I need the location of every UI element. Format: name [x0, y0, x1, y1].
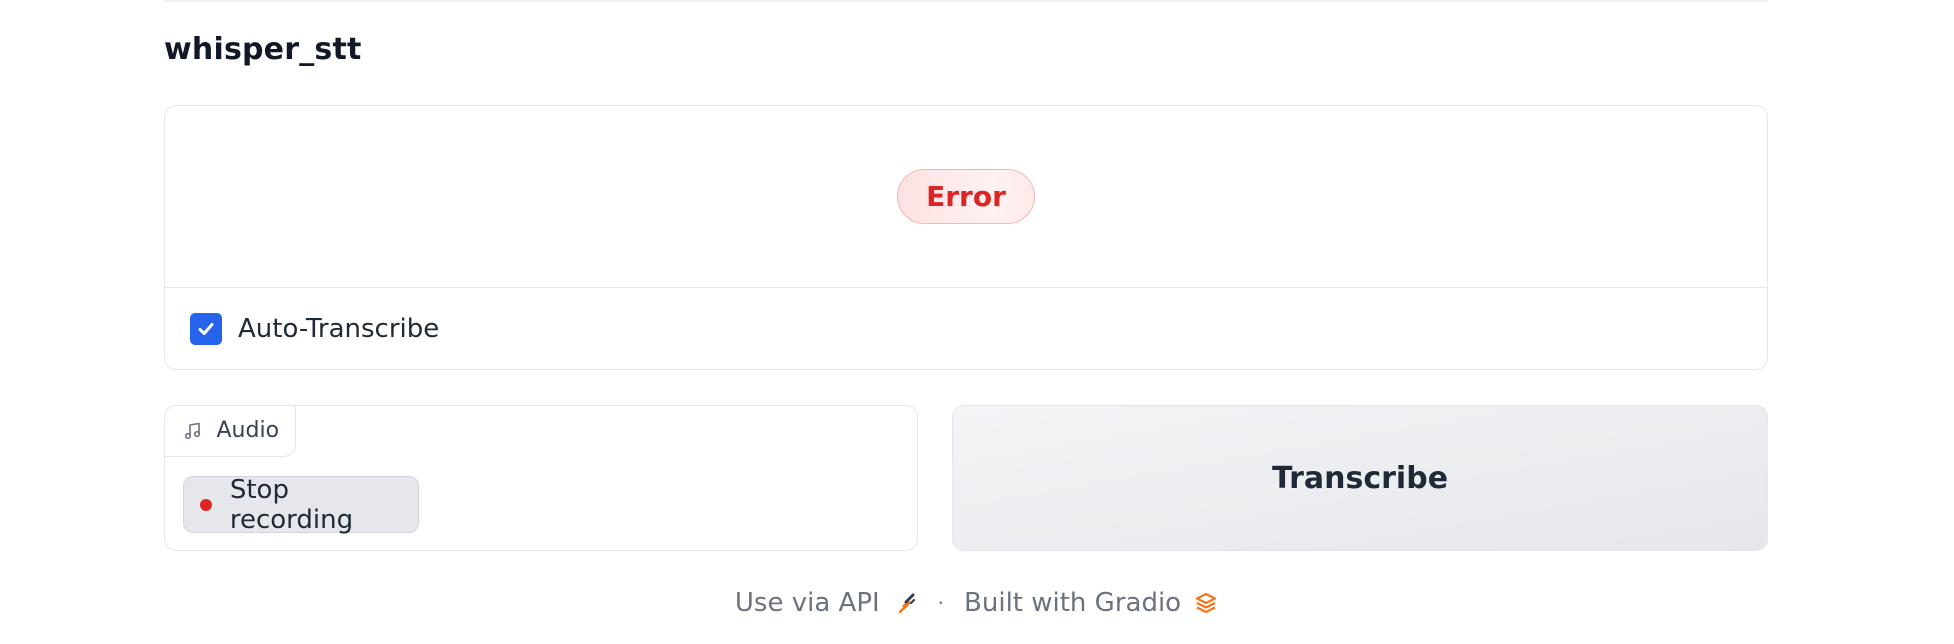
status-area: Error	[165, 106, 1767, 288]
page-title: whisper_stt	[164, 32, 362, 67]
error-badge: Error	[897, 169, 1035, 224]
audio-panel: Audio Stop recording	[163, 404, 918, 551]
output-panel: Error Auto-Transcribe	[164, 105, 1768, 370]
use-via-api-label: Use via API	[734, 588, 880, 618]
footer-separator: ·	[937, 591, 945, 615]
stop-recording-button[interactable]: Stop recording	[183, 474, 419, 535]
page: whisper_stt Error Auto-Transcribe Audio	[0, 0, 1954, 644]
built-with-gradio-label: Built with Gradio	[964, 588, 1182, 618]
top-divider	[164, 0, 1768, 2]
use-via-api-link[interactable]: Use via API	[735, 588, 918, 618]
audio-tab: Audio	[163, 404, 296, 457]
stop-recording-label: Stop recording	[229, 474, 354, 535]
transcribe-button[interactable]: Transcribe	[952, 405, 1768, 551]
checkmark-icon	[198, 323, 214, 335]
gradio-logo-icon	[1193, 590, 1219, 616]
footer: Use via API · Built with Gradio	[0, 588, 1954, 618]
plug-icon	[892, 590, 918, 616]
record-dot-icon	[200, 498, 212, 511]
auto-transcribe-label[interactable]: Auto-Transcribe	[238, 314, 439, 344]
auto-transcribe-row[interactable]: Auto-Transcribe	[190, 313, 439, 345]
auto-transcribe-checkbox[interactable]	[190, 313, 222, 345]
music-note-icon	[184, 422, 200, 439]
built-with-gradio-link[interactable]: Built with Gradio	[964, 588, 1219, 618]
audio-tab-label: Audio	[216, 418, 280, 443]
